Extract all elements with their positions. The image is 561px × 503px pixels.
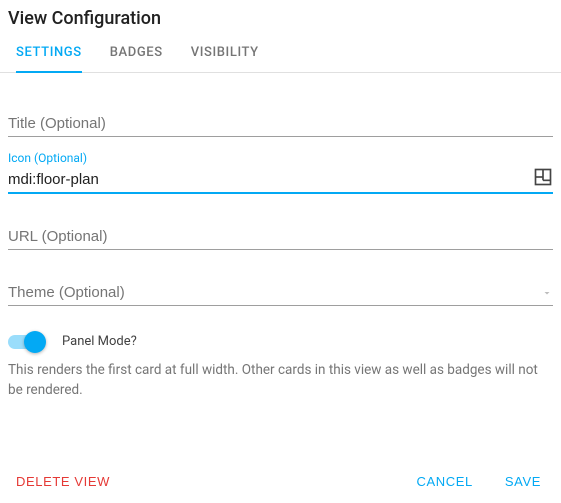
icon-label: Icon (Optional) [8, 151, 87, 165]
url-input[interactable] [8, 222, 553, 250]
dialog-title: View Configuration [8, 8, 545, 29]
title-field [8, 109, 553, 137]
panel-mode-toggle[interactable] [8, 335, 44, 349]
chevron-down-icon [541, 284, 553, 303]
panel-mode-row: Panel Mode? [8, 334, 553, 349]
delete-view-button[interactable]: DELETE VIEW [8, 470, 118, 493]
theme-select[interactable] [8, 278, 553, 306]
tab-visibility[interactable]: VISIBILITY [191, 45, 259, 72]
floor-plan-icon [533, 167, 553, 191]
panel-mode-label: Panel Mode? [62, 334, 137, 349]
save-button[interactable]: SAVE [497, 470, 549, 493]
panel-mode-help: This renders the first card at full widt… [8, 361, 553, 400]
theme-field [8, 278, 553, 306]
title-input[interactable] [8, 109, 553, 137]
tabs: SETTINGS BADGES VISIBILITY [0, 29, 561, 73]
tab-settings[interactable]: SETTINGS [16, 45, 82, 72]
icon-field: Icon (Optional) [8, 165, 553, 194]
url-field [8, 222, 553, 250]
toggle-thumb [24, 331, 46, 353]
icon-input[interactable] [8, 165, 553, 194]
cancel-button[interactable]: CANCEL [409, 470, 481, 493]
dialog-footer: DELETE VIEW CANCEL SAVE [0, 458, 561, 503]
tab-badges[interactable]: BADGES [110, 45, 163, 72]
settings-panel: Icon (Optional) Panel Mode? This renders… [0, 73, 561, 400]
